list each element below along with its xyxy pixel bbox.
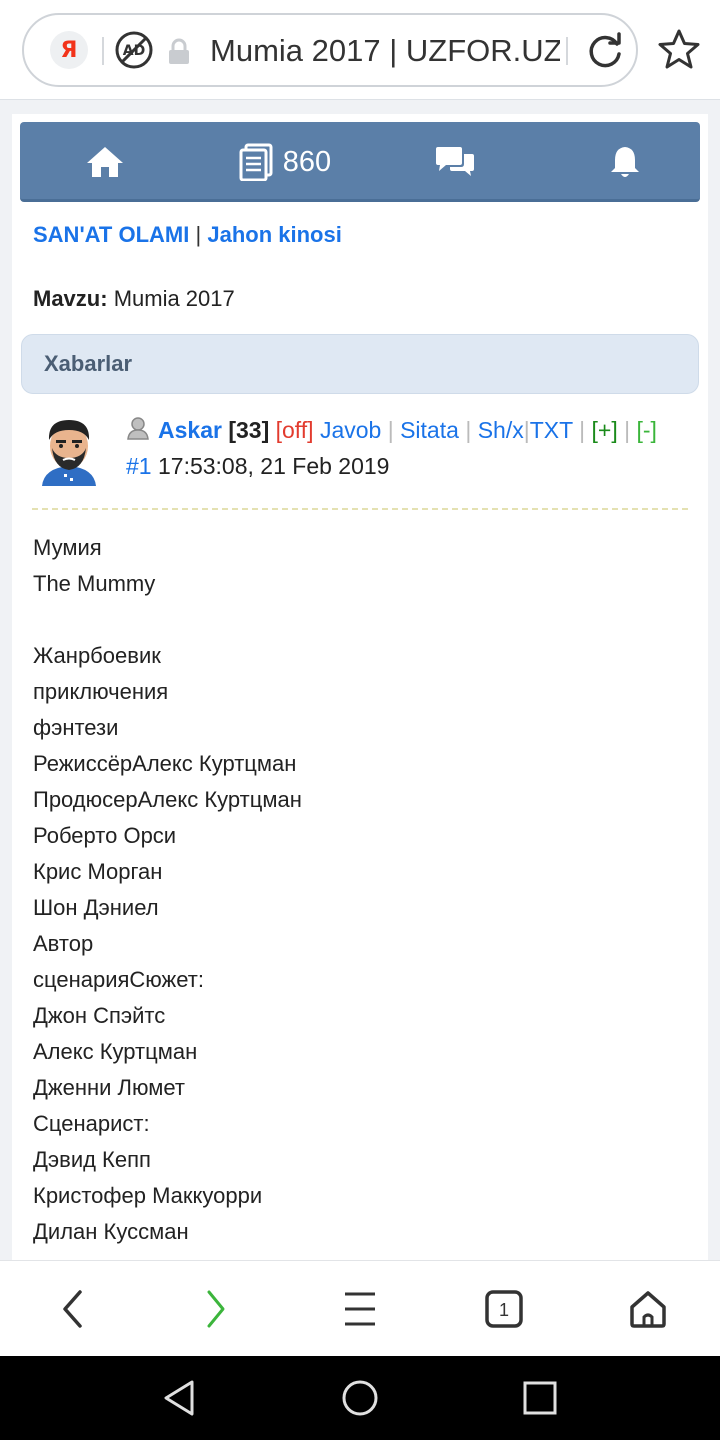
- page-content: 860 SAN'AT OLAMI | Jahon kinosi Mavzu: M…: [12, 114, 708, 1264]
- post-user-status: [off]: [275, 417, 314, 443]
- post-body-line: сценарияСюжет:: [33, 967, 204, 992]
- tab-count: 1: [499, 1300, 509, 1320]
- post-body: Мумия The Mummy Жанрбоевик приключения фэнте…: [33, 530, 683, 1250]
- quote-link[interactable]: Sitata: [400, 417, 459, 443]
- site-nav-bar: 860: [20, 122, 700, 202]
- txt-link[interactable]: TXT: [530, 417, 573, 443]
- breadcrumb-section-link[interactable]: SAN'AT OLAMI: [33, 222, 189, 247]
- yandex-icon[interactable]: Я: [50, 31, 88, 69]
- separator: |: [579, 417, 586, 443]
- system-back-icon[interactable]: [158, 1376, 202, 1420]
- address-bar[interactable]: Я AD Mumia 2017 | UZFOR.UZ: [22, 13, 638, 87]
- forward-icon: [207, 1290, 225, 1328]
- home-icon: [630, 1291, 666, 1328]
- divider: [566, 37, 568, 65]
- post-body-line: Дженни Люмет: [33, 1075, 185, 1100]
- topic-label: Mavzu:: [33, 286, 108, 311]
- post-body-line: The Mummy: [33, 571, 156, 596]
- back-button[interactable]: [44, 1283, 100, 1335]
- post-body-line: ПродюсерАлекс Куртцман: [33, 787, 302, 812]
- forward-button[interactable]: [188, 1283, 244, 1335]
- user-avatar[interactable]: [32, 412, 106, 486]
- post-body-line: Кристофер Маккуорри: [33, 1183, 263, 1208]
- adblock-icon[interactable]: AD: [114, 30, 154, 70]
- nav-posts[interactable]: 860: [220, 122, 350, 202]
- nav-notifications[interactable]: [590, 122, 660, 202]
- post-username[interactable]: Askar: [158, 417, 222, 443]
- post-body-line: РежиссёрАлекс Куртцман: [33, 751, 297, 776]
- lock-icon: [169, 38, 189, 64]
- user-icon: [127, 417, 149, 440]
- nav-home[interactable]: [70, 122, 140, 202]
- post-body-line: фэнтези: [33, 715, 119, 740]
- chat-icon: [436, 147, 474, 176]
- breadcrumb-separator: |: [195, 222, 202, 247]
- bell-icon: [611, 147, 639, 177]
- system-home-icon[interactable]: [338, 1376, 382, 1420]
- home-icon: [87, 147, 123, 177]
- post-header: Askar [33] [off] Javob | Sitata | Sh/x|T…: [126, 412, 706, 484]
- system-nav-bar: [0, 1356, 720, 1440]
- bookmark-star-icon[interactable]: [656, 27, 702, 73]
- posts-icon: [239, 143, 273, 181]
- back-icon: [63, 1290, 82, 1328]
- post-datetime: 17:53:08, 21 Feb 2019: [157, 453, 390, 479]
- post-body-line: Роберто Орси: [33, 823, 177, 848]
- post-body-line: Крис Морган: [33, 859, 163, 884]
- rate-plus-link[interactable]: [+]: [592, 417, 618, 443]
- separator: |: [624, 417, 631, 443]
- divider: [102, 37, 104, 65]
- post-body-line: Алекс Куртцман: [33, 1039, 198, 1064]
- reply-link[interactable]: Javob: [320, 417, 381, 443]
- post-body-line: Дэвид Кепп: [33, 1147, 151, 1172]
- posts-count: 860: [282, 145, 332, 178]
- separator: |: [387, 417, 394, 443]
- post-user-rank: [33]: [228, 417, 270, 443]
- browser-toolbar: Я AD Mumia 2017 | UZFOR.UZ: [0, 0, 720, 100]
- post-body-line: Джон Спэйтс: [33, 1003, 166, 1028]
- rate-minus-link[interactable]: [-]: [636, 417, 656, 443]
- post-body-line: приключения: [33, 679, 169, 704]
- post-body-line: Шон Дэниел: [33, 895, 159, 920]
- post-body-line: Сценарист:: [33, 1111, 150, 1136]
- menu-icon: [345, 1292, 375, 1326]
- nav-chat[interactable]: [420, 122, 490, 202]
- tabs-icon: 1: [485, 1290, 523, 1328]
- browser-bottom-bar: 1: [0, 1260, 720, 1356]
- separator: |: [465, 417, 472, 443]
- post-body-line: Автор: [33, 931, 94, 956]
- url-text[interactable]: Mumia 2017 | UZFOR.UZ: [210, 31, 560, 71]
- post-body-line: Дилан Куссман: [33, 1219, 189, 1244]
- post-number-link[interactable]: #1: [126, 453, 152, 479]
- post-body-line: Мумия: [33, 535, 102, 560]
- topic-name: Mumia 2017: [113, 286, 235, 311]
- tabs-button[interactable]: 1: [476, 1283, 532, 1335]
- reload-icon[interactable]: [584, 30, 626, 72]
- menu-button[interactable]: [332, 1283, 388, 1335]
- messages-section-header: Xabarlar: [21, 334, 699, 394]
- private-message-link[interactable]: Sh/x: [478, 417, 524, 443]
- breadcrumb-subsection-link[interactable]: Jahon kinosi: [207, 222, 341, 247]
- post-divider: [32, 508, 688, 510]
- post-body-line: Жанрбоевик: [33, 643, 161, 668]
- post-body-line: [33, 602, 683, 638]
- topic-title: Mavzu: Mumia 2017: [33, 286, 235, 312]
- home-button[interactable]: [620, 1283, 676, 1335]
- system-recent-apps-icon[interactable]: [518, 1376, 562, 1420]
- breadcrumb: SAN'AT OLAMI | Jahon kinosi: [33, 222, 342, 248]
- section-title: Xabarlar: [44, 351, 133, 376]
